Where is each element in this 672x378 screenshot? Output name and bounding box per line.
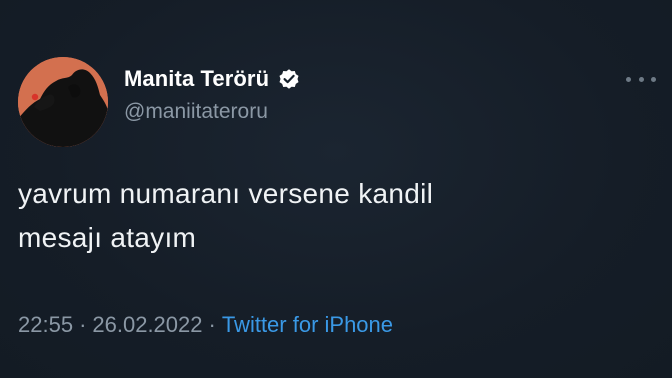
tweet-text-line: mesajı atayım <box>18 222 197 253</box>
dot-icon <box>626 76 631 82</box>
dot-icon <box>651 76 656 82</box>
dot-icon <box>638 76 644 82</box>
tweet-card: Manita Terörü @maniitateroru yavrum numa… <box>0 0 672 378</box>
avatar[interactable] <box>18 57 108 147</box>
tweet-text-line: yavrum numaranı versene kandil <box>18 178 434 209</box>
user-handle[interactable]: @maniitateroru <box>124 100 268 124</box>
display-name[interactable]: Manita Terörü <box>124 66 269 92</box>
name-row: Manita Terörü <box>124 64 301 94</box>
verified-badge-icon <box>277 67 301 91</box>
tweet-time[interactable]: 22:55 <box>18 312 73 337</box>
tweet-meta: 22:55 · 26.02.2022 · Twitter for iPhone <box>18 312 393 338</box>
tweet-source-link[interactable]: Twitter for iPhone <box>222 312 393 337</box>
tweet-date[interactable]: 26.02.2022 <box>92 312 202 337</box>
meta-separator: · <box>79 312 87 337</box>
avatar-image <box>18 57 108 147</box>
tweet-text: yavrum numaranı versene kandil mesajı at… <box>18 172 638 260</box>
meta-separator: · <box>208 312 216 337</box>
more-options-icon[interactable] <box>626 72 656 86</box>
